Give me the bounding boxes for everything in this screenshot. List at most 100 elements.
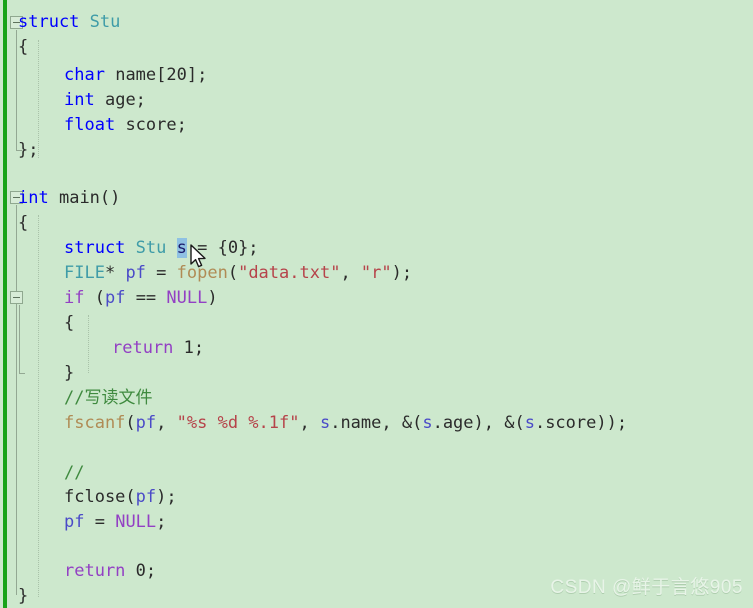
token-paren-close-fclose: ); (156, 487, 177, 507)
token-paren-open-fscanf: ( (125, 413, 136, 433)
token-comma: , (340, 263, 361, 283)
token-const-null: NULL (166, 288, 208, 308)
token-ident-score: score; (125, 115, 187, 135)
token-keyword-return-1: return (112, 338, 174, 358)
token-arg-s-2: s (422, 413, 433, 433)
token-operator-eq: == (125, 288, 167, 308)
code-line-21[interactable]: pf = NULL; (64, 510, 166, 535)
code-line-24[interactable]: } (18, 584, 28, 608)
token-comma-2: , (299, 413, 320, 433)
token-keyword-float: float (64, 115, 116, 135)
code-line-17[interactable]: fscanf(pf, "%s %d %.1f", s.name, &(s.age… (64, 411, 627, 436)
code-line-16[interactable]: //写读文件 (64, 386, 152, 411)
token-brace-close-if: } (64, 363, 75, 383)
code-line-9[interactable]: { (18, 211, 28, 236)
fold-guide-struct-stu (16, 30, 17, 150)
token-brace-open: { (18, 37, 29, 57)
token-comment-write-read-file: //写读文件 (64, 388, 153, 408)
token-format-string: "%s %d %.1f" (176, 413, 300, 433)
token-type-stu: Stu (89, 12, 121, 32)
token-assign: = (145, 263, 177, 283)
code-line-5[interactable]: float score; (64, 113, 187, 138)
code-line-15[interactable]: } (64, 361, 74, 386)
token-paren-open: ( (227, 263, 239, 283)
token-fn-fscanf: fscanf (64, 413, 126, 433)
token-pointer-star: * (104, 263, 126, 283)
token-ident-name: name[20]; (115, 65, 208, 85)
csdn-watermark: CSDN @鲜于言悠905 (550, 577, 743, 598)
token-arg-s-1: s (319, 413, 331, 433)
code-line-11[interactable]: FILE* pf = fopen("data.txt", "r"); (64, 261, 412, 286)
token-fn-fclose: fclose (64, 487, 126, 507)
fold-end-if-block (19, 373, 25, 374)
token-brace-open-main: { (18, 213, 29, 233)
token-fn-fopen: fopen (176, 263, 228, 283)
token-const-null-2: NULL (115, 512, 157, 532)
token-ident-pf-2: pf (104, 288, 126, 308)
code-line-2[interactable]: { (18, 35, 28, 60)
token-brace-close-semicolon: }; (18, 140, 39, 160)
token-string-filename: "data.txt" (238, 263, 341, 283)
token-arg-s-3: s (524, 413, 535, 433)
token-keyword-int-main: int (18, 188, 49, 208)
token-member-age: .age), &( (432, 413, 525, 433)
token-paren-open-fclose: ( (125, 487, 136, 507)
token-ident-age: age; (104, 90, 146, 110)
fold-guide-main (16, 205, 17, 595)
token-fn-main: main() (58, 188, 121, 208)
token-brace-open-if: { (64, 313, 75, 333)
fold-toggle-if-block[interactable] (10, 291, 23, 304)
token-comma-1: , (156, 413, 177, 433)
code-line-13[interactable]: { (64, 311, 74, 336)
token-paren-close: ); (391, 263, 413, 283)
token-keyword-if: if (64, 288, 85, 308)
code-line-20[interactable]: fclose(pf); (64, 485, 177, 510)
token-paren-open-if: ( (84, 288, 105, 308)
code-line-14[interactable]: return 1; (112, 336, 204, 361)
token-arg-pf-close: pf (135, 487, 157, 507)
code-line-1[interactable]: struct Stu (18, 10, 120, 35)
token-literal-0: 0; (125, 561, 157, 581)
selected-identifier-s[interactable]: s (176, 238, 187, 258)
indent-guide-level-1b (38, 215, 39, 597)
token-keyword-struct: struct (18, 12, 80, 32)
code-line-4[interactable]: int age; (64, 88, 146, 113)
token-keyword-int: int (64, 90, 95, 110)
token-brace-close-main: } (18, 586, 29, 606)
token-keyword-struct-2: struct (64, 238, 126, 258)
token-ident-pf-3: pf (64, 512, 85, 532)
code-editor-surface[interactable]: struct Stu { char name[20]; int age; flo… (0, 0, 753, 608)
code-line-10[interactable]: struct Stu s = {0}; (64, 236, 259, 261)
token-member-name: .name, &( (330, 413, 423, 433)
token-paren-close-if: ) (207, 288, 218, 308)
token-member-score: .score)); (534, 413, 628, 433)
code-line-6[interactable]: }; (18, 138, 38, 163)
token-ident-pf: pf (125, 263, 146, 283)
token-semicolon: ; (156, 512, 167, 532)
token-arg-pf: pf (135, 413, 157, 433)
token-comment-empty: // (64, 463, 85, 483)
token-keyword-return-0: return (64, 561, 126, 581)
indent-guide-level-2 (88, 315, 89, 373)
token-type-stu-2: Stu (135, 238, 167, 258)
token-literal-1: 1; (173, 338, 205, 358)
code-line-19[interactable]: // (64, 461, 84, 486)
code-line-23[interactable]: return 0; (64, 559, 156, 584)
fold-guide-if-block (19, 305, 20, 373)
token-init-brace: = {0}; (186, 238, 259, 258)
code-line-3[interactable]: char name[20]; (64, 63, 207, 88)
token-type-file: FILE (64, 263, 105, 283)
code-line-8[interactable]: int main() (18, 186, 120, 211)
token-string-mode: "r" (360, 263, 392, 283)
editor-gutter[interactable] (0, 0, 30, 608)
token-keyword-char: char (64, 65, 105, 85)
code-line-12[interactable]: if (pf == NULL) (64, 286, 218, 311)
token-assign-null: = (84, 512, 116, 532)
